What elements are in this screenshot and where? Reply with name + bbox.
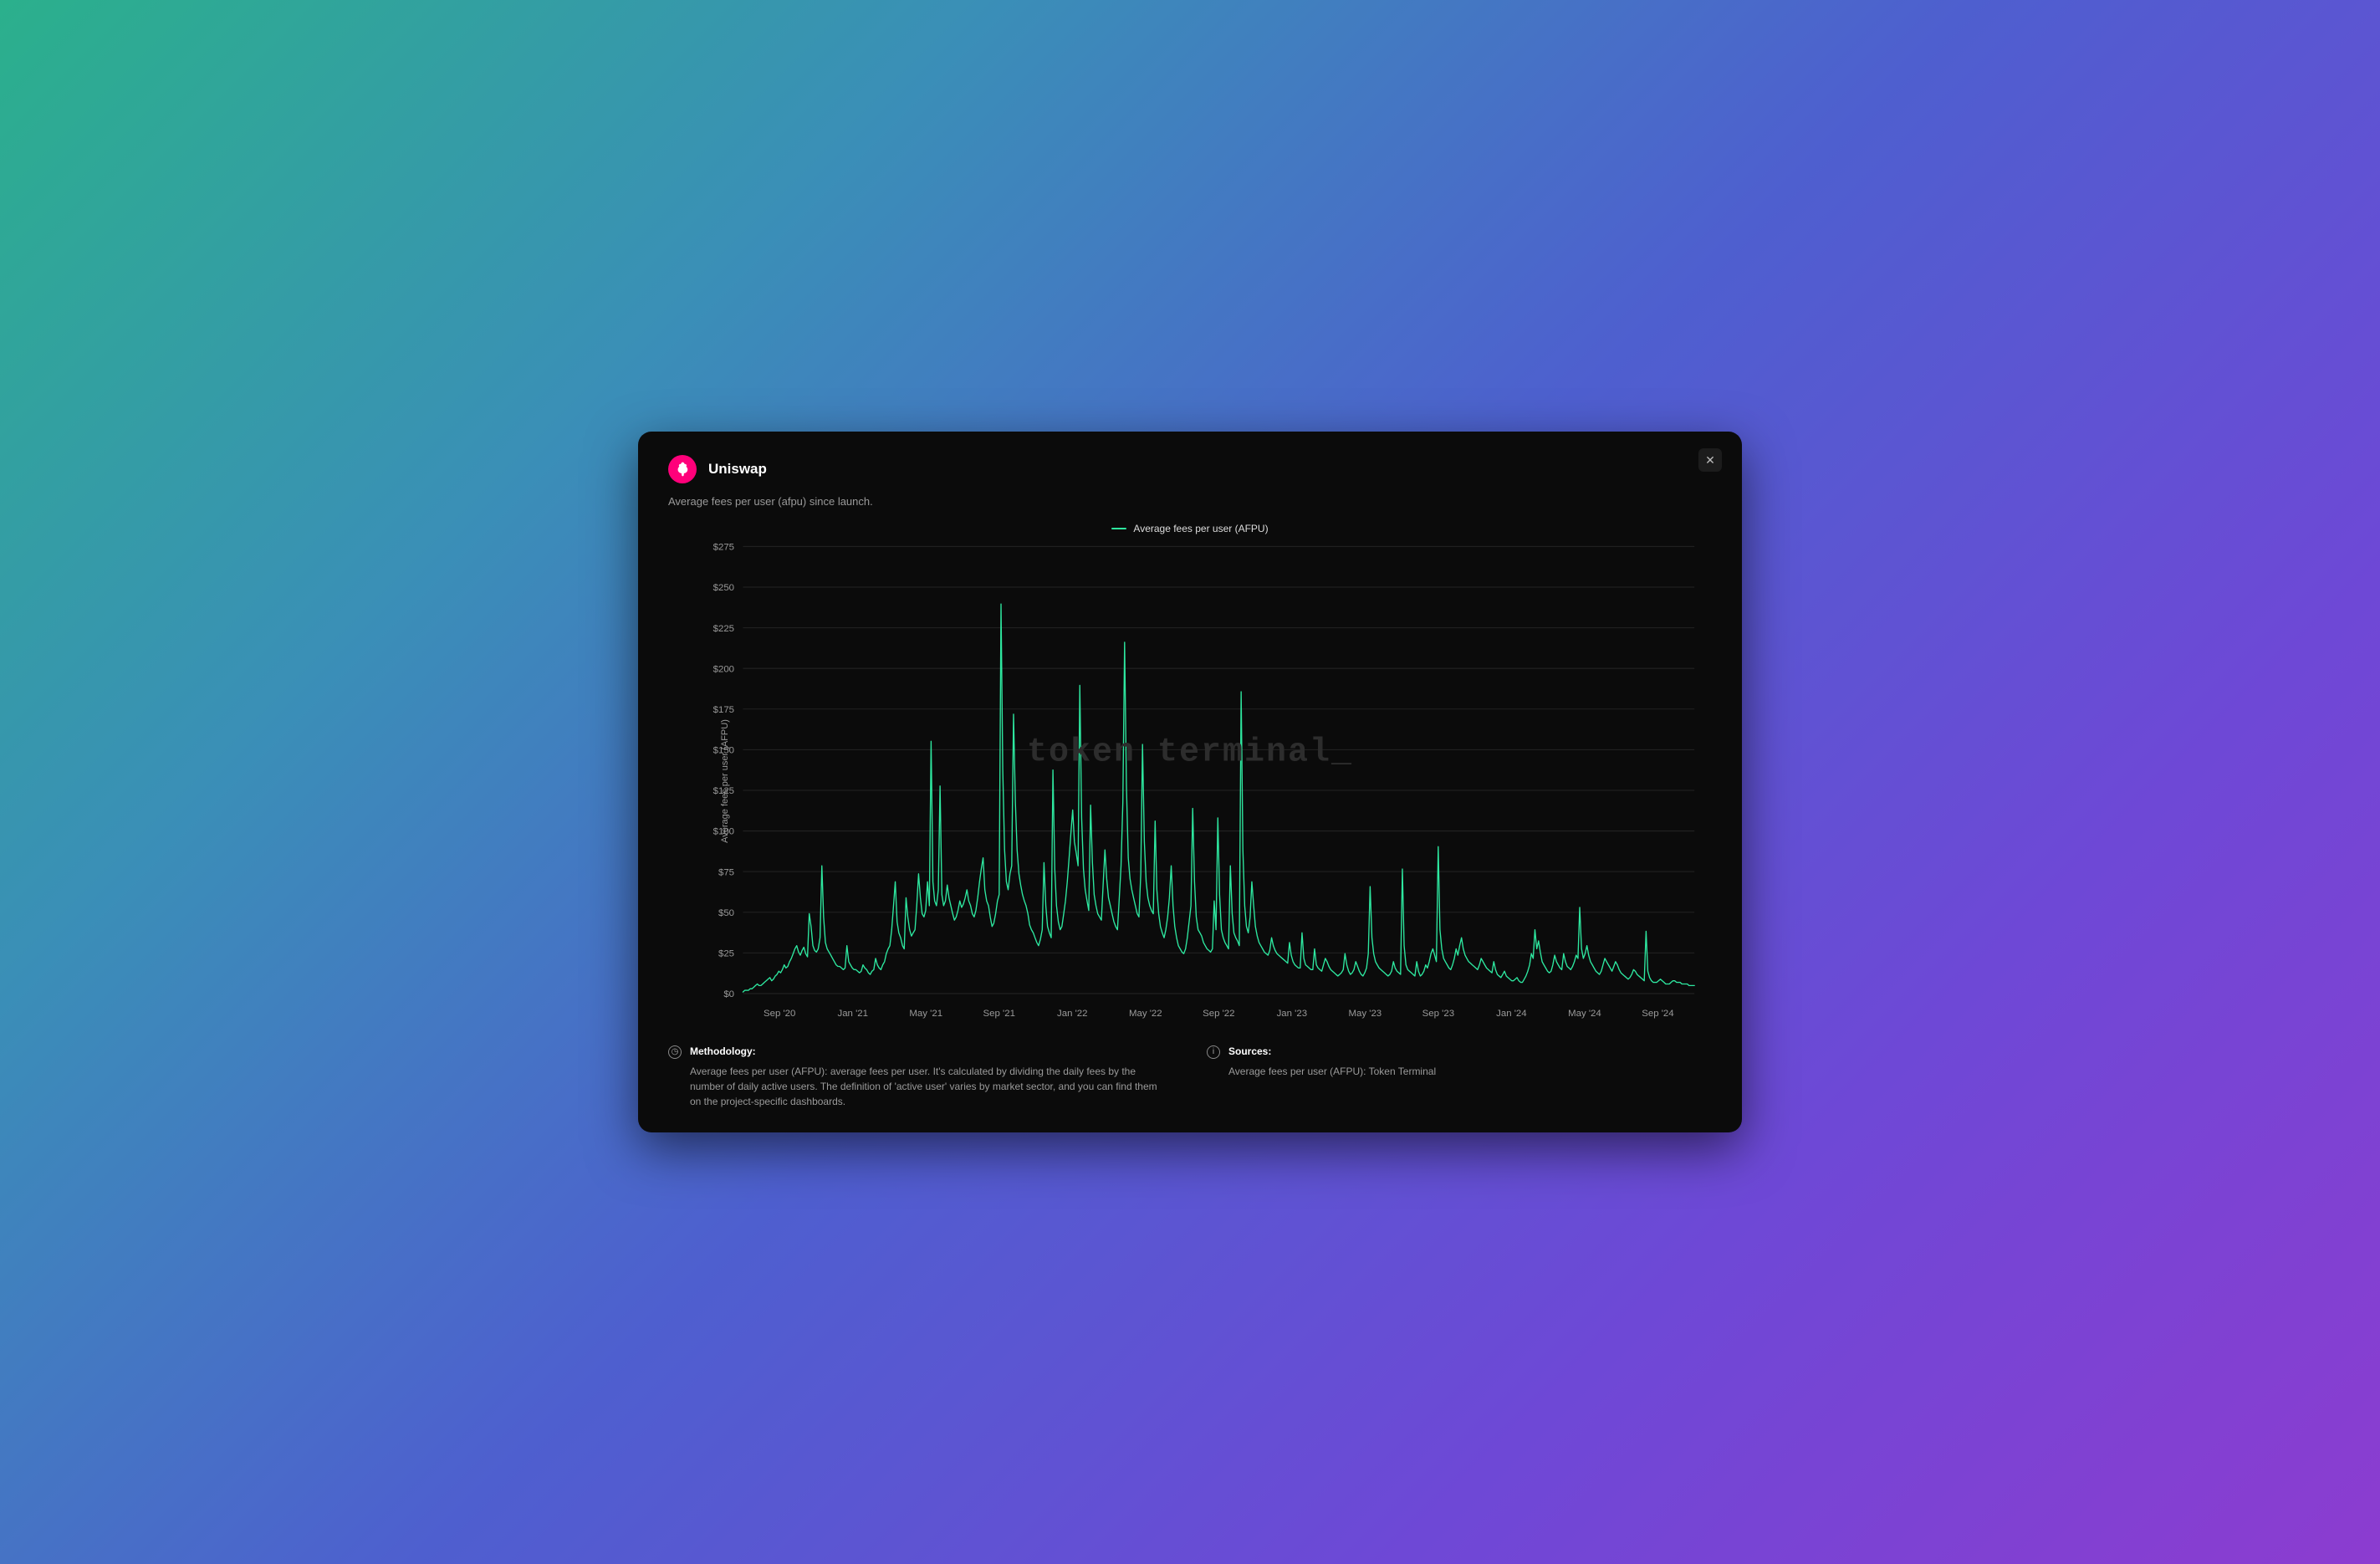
svg-text:$175: $175 <box>713 705 734 715</box>
svg-text:Sep '24: Sep '24 <box>1642 1009 1674 1019</box>
svg-text:Sep '20: Sep '20 <box>764 1009 795 1019</box>
methodology-title: Methodology: <box>690 1044 1158 1059</box>
svg-text:Jan '21: Jan '21 <box>837 1009 867 1019</box>
chart-legend: Average fees per user (AFPU) <box>668 523 1712 534</box>
svg-text:$275: $275 <box>713 543 734 553</box>
svg-text:May '24: May '24 <box>1568 1009 1601 1019</box>
svg-text:Jan '24: Jan '24 <box>1496 1009 1527 1019</box>
svg-text:$75: $75 <box>718 868 734 878</box>
uniswap-logo-icon <box>668 455 697 483</box>
svg-text:Sep '23: Sep '23 <box>1422 1009 1454 1019</box>
svg-text:$225: $225 <box>713 624 734 634</box>
line-chart: $0$25$50$75$100$125$150$175$200$225$250$… <box>668 538 1712 1025</box>
svg-text:Jan '23: Jan '23 <box>1277 1009 1307 1019</box>
panel-header: Uniswap <box>668 455 1712 483</box>
panel-title: Uniswap <box>708 461 767 478</box>
sources-text: Average fees per user (AFPU): Token Term… <box>1228 1064 1436 1079</box>
svg-text:May '21: May '21 <box>909 1009 942 1019</box>
info-icon: i <box>1207 1045 1220 1059</box>
sources-title: Sources: <box>1228 1044 1436 1059</box>
svg-text:May '23: May '23 <box>1349 1009 1382 1019</box>
svg-text:$200: $200 <box>713 665 734 675</box>
panel-subtitle: Average fees per user (afpu) since launc… <box>668 495 1712 508</box>
svg-text:May '22: May '22 <box>1129 1009 1162 1019</box>
chart-panel: ✕ Uniswap Average fees per user (afpu) s… <box>638 432 1742 1132</box>
methodology-text: Average fees per user (AFPU): average fe… <box>690 1064 1158 1109</box>
svg-text:$25: $25 <box>718 949 734 959</box>
methodology-block: ◷ Methodology: Average fees per user (AF… <box>668 1044 1173 1109</box>
svg-text:Sep '22: Sep '22 <box>1203 1009 1234 1019</box>
chart-area: Average fees per user (AFPU) token termi… <box>668 538 1712 1025</box>
clock-icon: ◷ <box>668 1045 682 1059</box>
svg-text:$0: $0 <box>723 989 734 999</box>
legend-swatch-icon <box>1111 528 1126 529</box>
close-icon: ✕ <box>1705 453 1715 468</box>
close-button[interactable]: ✕ <box>1698 448 1722 472</box>
svg-text:Jan '22: Jan '22 <box>1057 1009 1087 1019</box>
svg-text:$50: $50 <box>718 908 734 918</box>
legend-label: Average fees per user (AFPU) <box>1133 523 1268 534</box>
y-axis-label: Average fees per user (AFPU) <box>720 720 730 844</box>
panel-footer: ◷ Methodology: Average fees per user (AF… <box>668 1044 1712 1109</box>
svg-text:$250: $250 <box>713 583 734 593</box>
unicorn-icon <box>674 461 691 478</box>
svg-text:Sep '21: Sep '21 <box>983 1009 1015 1019</box>
sources-block: i Sources: Average fees per user (AFPU):… <box>1207 1044 1712 1109</box>
